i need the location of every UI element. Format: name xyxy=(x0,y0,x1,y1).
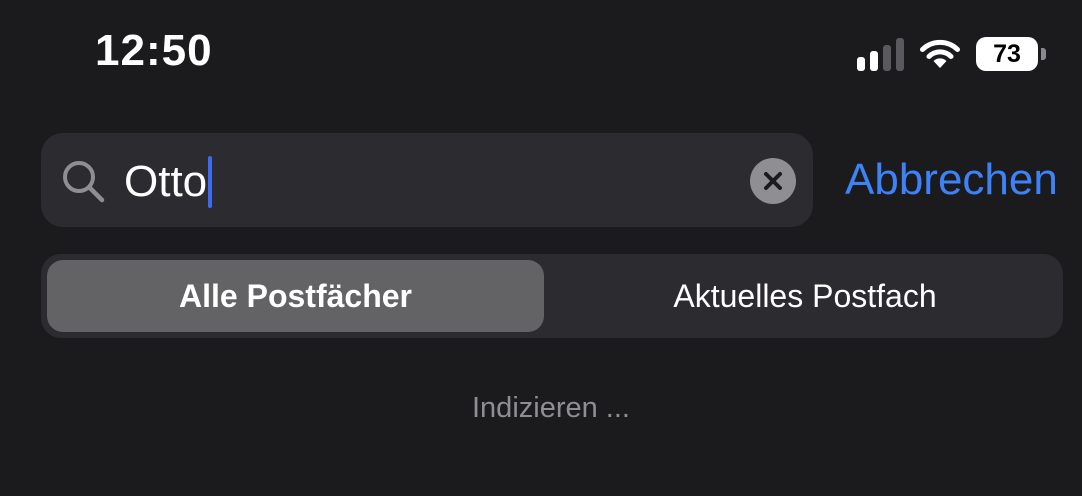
indexing-status: Indizieren ... xyxy=(472,392,630,424)
scope-current-mailbox[interactable]: Aktuelles Postfach xyxy=(553,260,1057,332)
cancel-button[interactable]: Abbrechen xyxy=(845,152,1058,208)
signal-icon xyxy=(857,37,904,71)
text-caret xyxy=(208,156,213,208)
wifi-icon xyxy=(920,39,960,68)
search-input-text: Otto xyxy=(124,157,208,206)
mailbox-scope-control: Alle Postfächer Aktuelles Postfach xyxy=(41,254,1063,338)
status-time: 12:50 xyxy=(95,26,213,75)
close-icon xyxy=(764,172,782,190)
status-indicators: 73 xyxy=(857,34,1046,74)
search-icon xyxy=(63,161,105,203)
battery-level: 73 xyxy=(976,37,1038,71)
clear-search-button[interactable] xyxy=(750,158,796,204)
battery-icon: 73 xyxy=(976,37,1046,71)
mail-search-screen: 12:50 73 Otto Abbrechen Alle Postfächer … xyxy=(0,0,1082,496)
scope-all-mailboxes[interactable]: Alle Postfächer xyxy=(47,260,544,332)
search-input[interactable]: Otto xyxy=(124,156,213,208)
